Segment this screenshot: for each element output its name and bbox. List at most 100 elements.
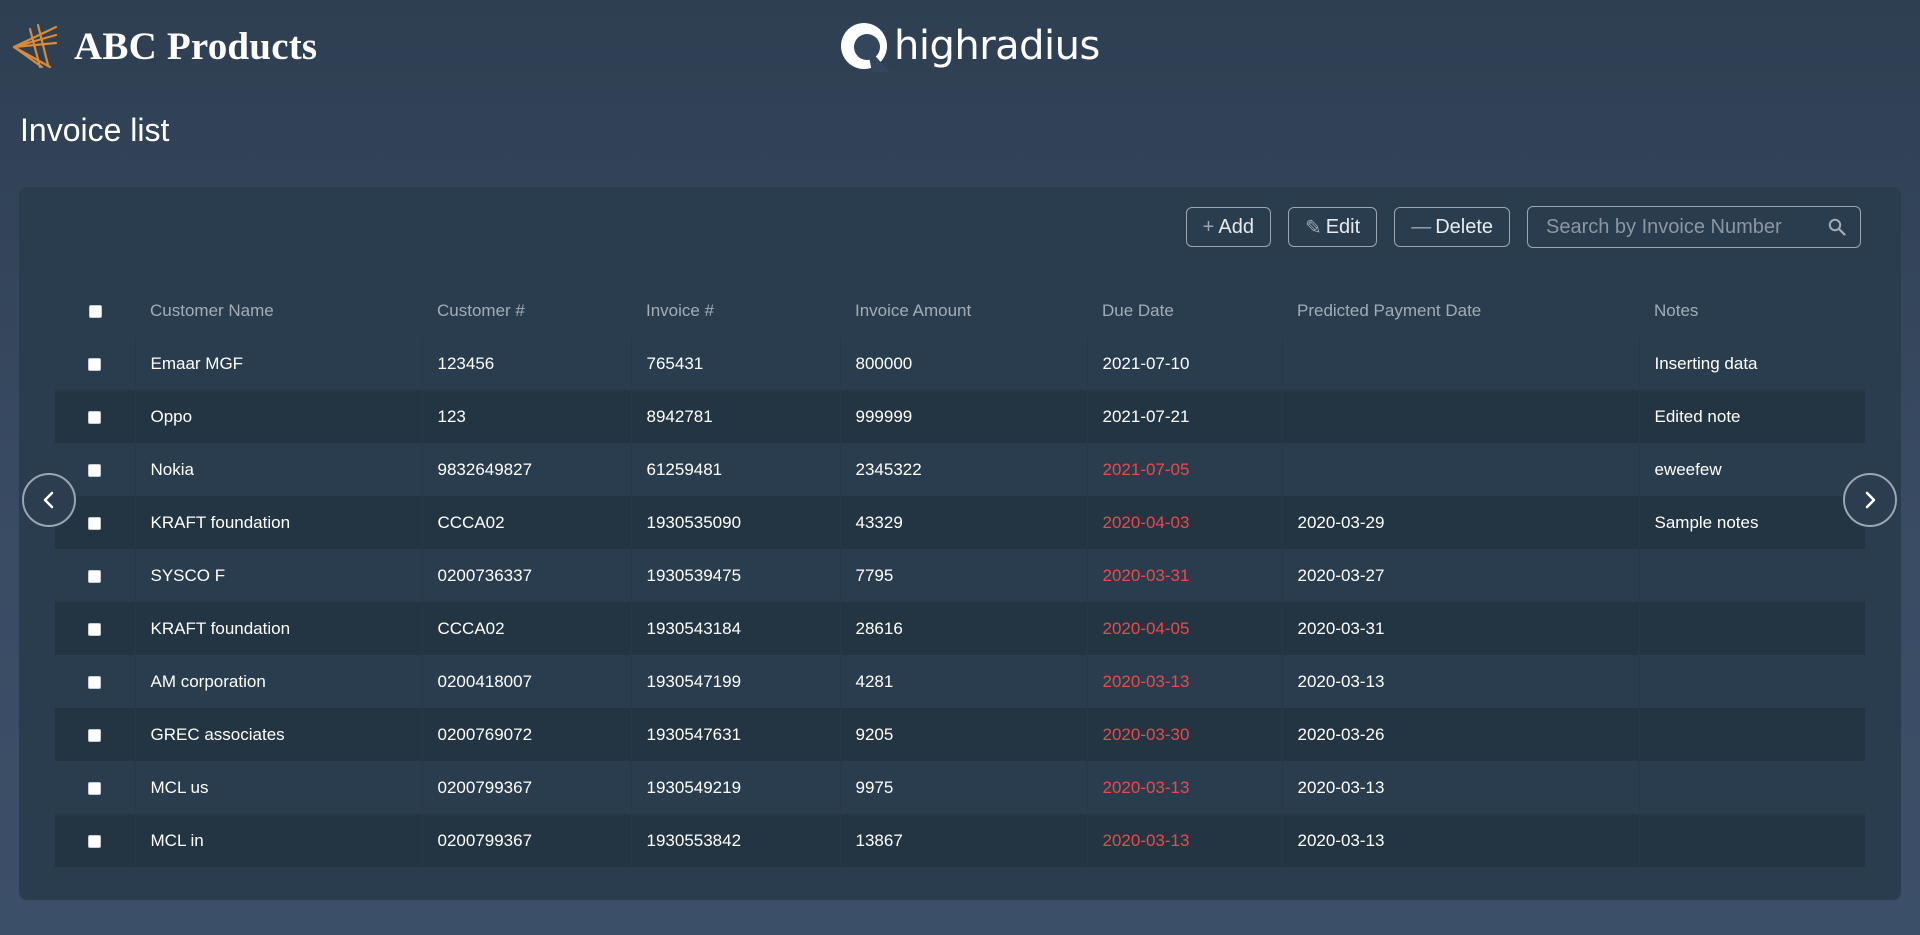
notes-cell: eweefew bbox=[1638, 443, 1865, 496]
row-checkbox[interactable] bbox=[88, 463, 102, 477]
invoice-amount-cell: 800000 bbox=[839, 337, 1087, 390]
add-button[interactable]: + Add bbox=[1185, 207, 1271, 247]
plus-icon: + bbox=[1202, 215, 1215, 238]
row-select-cell bbox=[55, 390, 135, 443]
customer-name-cell: KRAFT foundation bbox=[134, 496, 422, 549]
edit-button-label: Edit bbox=[1325, 215, 1361, 238]
column-header-predicted-payment-date[interactable]: Predicted Payment Date bbox=[1282, 284, 1639, 337]
row-select-cell bbox=[55, 708, 135, 761]
toolbar: + Add ✎ Edit — Delete bbox=[1169, 206, 1861, 248]
previous-page-button[interactable] bbox=[22, 473, 76, 527]
add-button-label: Add bbox=[1218, 215, 1254, 238]
chevron-right-icon bbox=[1865, 491, 1876, 509]
column-header-notes[interactable]: Notes bbox=[1639, 284, 1865, 337]
edit-button[interactable]: ✎ Edit bbox=[1287, 207, 1378, 247]
invoice-amount-cell: 4281 bbox=[839, 655, 1087, 708]
minus-icon: — bbox=[1411, 215, 1432, 238]
column-header-due-date[interactable]: Due Date bbox=[1087, 284, 1282, 337]
invoice-table-wrapper: Customer Name Customer # Invoice # Invoi… bbox=[55, 284, 1865, 867]
customer-number-cell: 0200769072 bbox=[421, 708, 631, 761]
table-row[interactable]: Oppo 123 8942781 999999 2021-07-21 Edite… bbox=[55, 390, 1865, 443]
table-row[interactable]: GREC associates 0200769072 1930547631 92… bbox=[55, 708, 1865, 761]
table-row[interactable]: AM corporation 0200418007 1930547199 428… bbox=[55, 655, 1865, 708]
row-checkbox[interactable] bbox=[88, 569, 102, 583]
table-row[interactable]: KRAFT foundation CCCA02 1930535090 43329… bbox=[55, 496, 1865, 549]
due-date-cell: 2021-07-10 bbox=[1086, 337, 1282, 390]
table-row[interactable]: SYSCO F 0200736337 1930539475 7795 2020-… bbox=[55, 549, 1865, 602]
row-checkbox[interactable] bbox=[88, 357, 102, 371]
highradius-wordmark: highradius bbox=[894, 23, 1100, 69]
row-checkbox[interactable] bbox=[88, 675, 102, 689]
row-checkbox[interactable] bbox=[88, 781, 102, 795]
predicted-payment-date-cell: 2020-03-13 bbox=[1281, 814, 1639, 867]
column-header-invoice-amount[interactable]: Invoice Amount bbox=[840, 284, 1087, 337]
customer-number-cell: 0200736337 bbox=[421, 549, 631, 602]
row-checkbox[interactable] bbox=[88, 516, 102, 530]
customer-name-cell: SYSCO F bbox=[134, 549, 422, 602]
table-row[interactable]: MCL in 0200799367 1930553842 13867 2020-… bbox=[55, 814, 1865, 867]
brand-name: ABC Products bbox=[74, 24, 318, 68]
pencil-icon: ✎ bbox=[1304, 216, 1322, 239]
highradius-logo: highradius bbox=[838, 18, 1100, 74]
notes-cell bbox=[1638, 708, 1865, 761]
due-date-cell: 2020-03-30 bbox=[1086, 708, 1282, 761]
table-row[interactable]: MCL us 0200799367 1930549219 9975 2020-0… bbox=[55, 761, 1865, 814]
invoice-amount-cell: 43329 bbox=[839, 496, 1087, 549]
customer-name-cell: KRAFT foundation bbox=[134, 602, 422, 655]
next-page-button[interactable] bbox=[1843, 473, 1897, 527]
row-select-cell bbox=[55, 602, 135, 655]
due-date-cell: 2021-07-21 bbox=[1086, 390, 1282, 443]
customer-number-cell: CCCA02 bbox=[421, 496, 631, 549]
row-checkbox[interactable] bbox=[88, 410, 102, 424]
search-box bbox=[1527, 206, 1861, 248]
due-date-cell: 2020-03-13 bbox=[1086, 655, 1282, 708]
notes-cell: Sample notes bbox=[1638, 496, 1865, 549]
invoice-number-cell: 1930547199 bbox=[630, 655, 840, 708]
select-all-checkbox[interactable] bbox=[88, 304, 102, 318]
invoice-number-cell: 765431 bbox=[630, 337, 840, 390]
due-date-cell: 2020-03-31 bbox=[1086, 549, 1282, 602]
invoice-amount-cell: 9975 bbox=[839, 761, 1087, 814]
search-icon[interactable] bbox=[1828, 218, 1846, 236]
customer-name-cell: Emaar MGF bbox=[134, 337, 422, 390]
invoice-number-cell: 1930539475 bbox=[630, 549, 840, 602]
column-header-invoice-number[interactable]: Invoice # bbox=[631, 284, 840, 337]
due-date-cell: 2020-03-13 bbox=[1086, 761, 1282, 814]
brand: ABC Products bbox=[10, 18, 317, 74]
invoice-number-cell: 1930549219 bbox=[630, 761, 840, 814]
invoice-number-cell: 1930547631 bbox=[630, 708, 840, 761]
delete-button[interactable]: — Delete bbox=[1394, 207, 1510, 247]
invoice-number-cell: 1930535090 bbox=[630, 496, 840, 549]
predicted-payment-date-cell bbox=[1281, 337, 1639, 390]
invoice-amount-cell: 9205 bbox=[839, 708, 1087, 761]
table-row[interactable]: Nokia 9832649827 61259481 2345322 2021-0… bbox=[55, 443, 1865, 496]
table-row[interactable]: KRAFT foundation CCCA02 1930543184 28616… bbox=[55, 602, 1865, 655]
customer-number-cell: 123456 bbox=[421, 337, 631, 390]
customer-name-cell: Oppo bbox=[134, 390, 422, 443]
row-checkbox[interactable] bbox=[88, 622, 102, 636]
row-select-cell bbox=[55, 549, 135, 602]
notes-cell bbox=[1638, 761, 1865, 814]
predicted-payment-date-cell: 2020-03-29 bbox=[1281, 496, 1639, 549]
table-row[interactable]: Emaar MGF 123456 765431 800000 2021-07-1… bbox=[55, 337, 1865, 390]
invoice-table: Customer Name Customer # Invoice # Invoi… bbox=[55, 284, 1865, 867]
customer-name-cell: Nokia bbox=[134, 443, 422, 496]
customer-number-cell: 0200418007 bbox=[421, 655, 631, 708]
customer-name-cell: MCL us bbox=[134, 761, 422, 814]
due-date-cell: 2020-04-05 bbox=[1086, 602, 1282, 655]
column-header-customer-name[interactable]: Customer Name bbox=[135, 284, 422, 337]
notes-cell bbox=[1638, 549, 1865, 602]
predicted-payment-date-cell bbox=[1281, 390, 1639, 443]
row-checkbox[interactable] bbox=[88, 728, 102, 742]
column-header-customer-number[interactable]: Customer # bbox=[422, 284, 631, 337]
customer-name-cell: AM corporation bbox=[134, 655, 422, 708]
customer-name-cell: GREC associates bbox=[134, 708, 422, 761]
search-input[interactable] bbox=[1544, 214, 1828, 240]
row-select-cell bbox=[55, 337, 135, 390]
predicted-payment-date-cell: 2020-03-26 bbox=[1281, 708, 1639, 761]
row-select-cell bbox=[55, 655, 135, 708]
customer-name-cell: MCL in bbox=[134, 814, 422, 867]
due-date-cell: 2020-04-03 bbox=[1086, 496, 1282, 549]
customer-number-cell: 0200799367 bbox=[421, 761, 631, 814]
row-checkbox[interactable] bbox=[88, 834, 102, 848]
